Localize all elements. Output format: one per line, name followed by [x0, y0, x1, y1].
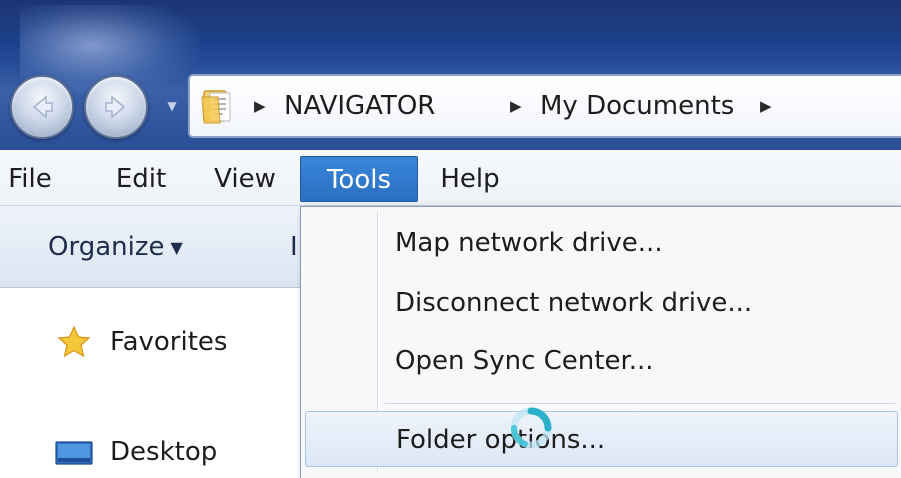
folder-icon [201, 90, 231, 124]
menu-item-label: Disconnect network drive... [395, 288, 753, 318]
organize-label: Organize [48, 232, 165, 262]
menu-item-disconnect-network-drive[interactable]: Disconnect network drive... [305, 275, 898, 331]
tools-menu-dropdown: Map network drive... Disconnect network … [300, 206, 901, 478]
organize-button[interactable]: Organize ▼ [48, 228, 183, 267]
forward-button[interactable] [84, 75, 148, 139]
menu-item-folder-options[interactable]: Folder options... [305, 411, 898, 467]
breadcrumb-navigator[interactable]: NAVIGATOR [284, 90, 435, 122]
desktop-icon [55, 441, 93, 465]
nav-item-desktop[interactable]: Desktop [54, 432, 284, 472]
command-button-clipped[interactable]: I [290, 228, 298, 266]
menu-separator-highlight [385, 404, 895, 405]
menu-item-label: Open Sync Center... [395, 346, 654, 376]
menu-item-label: Map network drive... [395, 228, 663, 258]
breadcrumb-my-documents[interactable]: My Documents [540, 90, 734, 122]
menu-help[interactable]: Help [432, 156, 508, 202]
chevron-down-icon: ▼ [170, 237, 183, 257]
menu-item-open-sync-center[interactable]: Open Sync Center... [305, 333, 898, 389]
busy-cursor-icon [510, 407, 552, 449]
menu-view[interactable]: View [210, 156, 280, 202]
menu-edit[interactable]: Edit [112, 156, 170, 202]
menu-file[interactable]: File [4, 156, 56, 202]
menu-tools[interactable]: Tools [300, 156, 418, 202]
back-button[interactable] [10, 75, 74, 139]
nav-item-label: Favorites [110, 327, 228, 357]
chevron-down-icon: ▼ [167, 99, 177, 113]
nav-item-label: Desktop [110, 437, 218, 467]
nav-item-favorites[interactable]: Favorites [54, 322, 284, 362]
forward-arrow-icon [105, 95, 126, 119]
menu-bar: File Edit View Tools Help [0, 150, 901, 206]
back-arrow-icon [32, 95, 53, 119]
menu-item-label: Folder options... [396, 425, 606, 455]
address-bar[interactable]: ▶ NAVIGATOR ▶ My Documents ▶ [188, 74, 901, 138]
breadcrumb-arrow-icon[interactable]: ▶ [510, 92, 522, 120]
title-bar: ▼ ▶ NAVIGATOR ▶ My Documents ▶ [0, 0, 901, 150]
breadcrumb-arrow-icon[interactable]: ▶ [254, 92, 266, 120]
recent-pages-button[interactable]: ▼ [165, 97, 179, 115]
glass-sheen [0, 0, 901, 60]
star-icon [57, 326, 91, 358]
breadcrumb-arrow-icon[interactable]: ▶ [760, 92, 772, 120]
menu-item-map-network-drive[interactable]: Map network drive... [305, 215, 898, 271]
navigation-pane: Favorites Desktop [0, 288, 300, 478]
